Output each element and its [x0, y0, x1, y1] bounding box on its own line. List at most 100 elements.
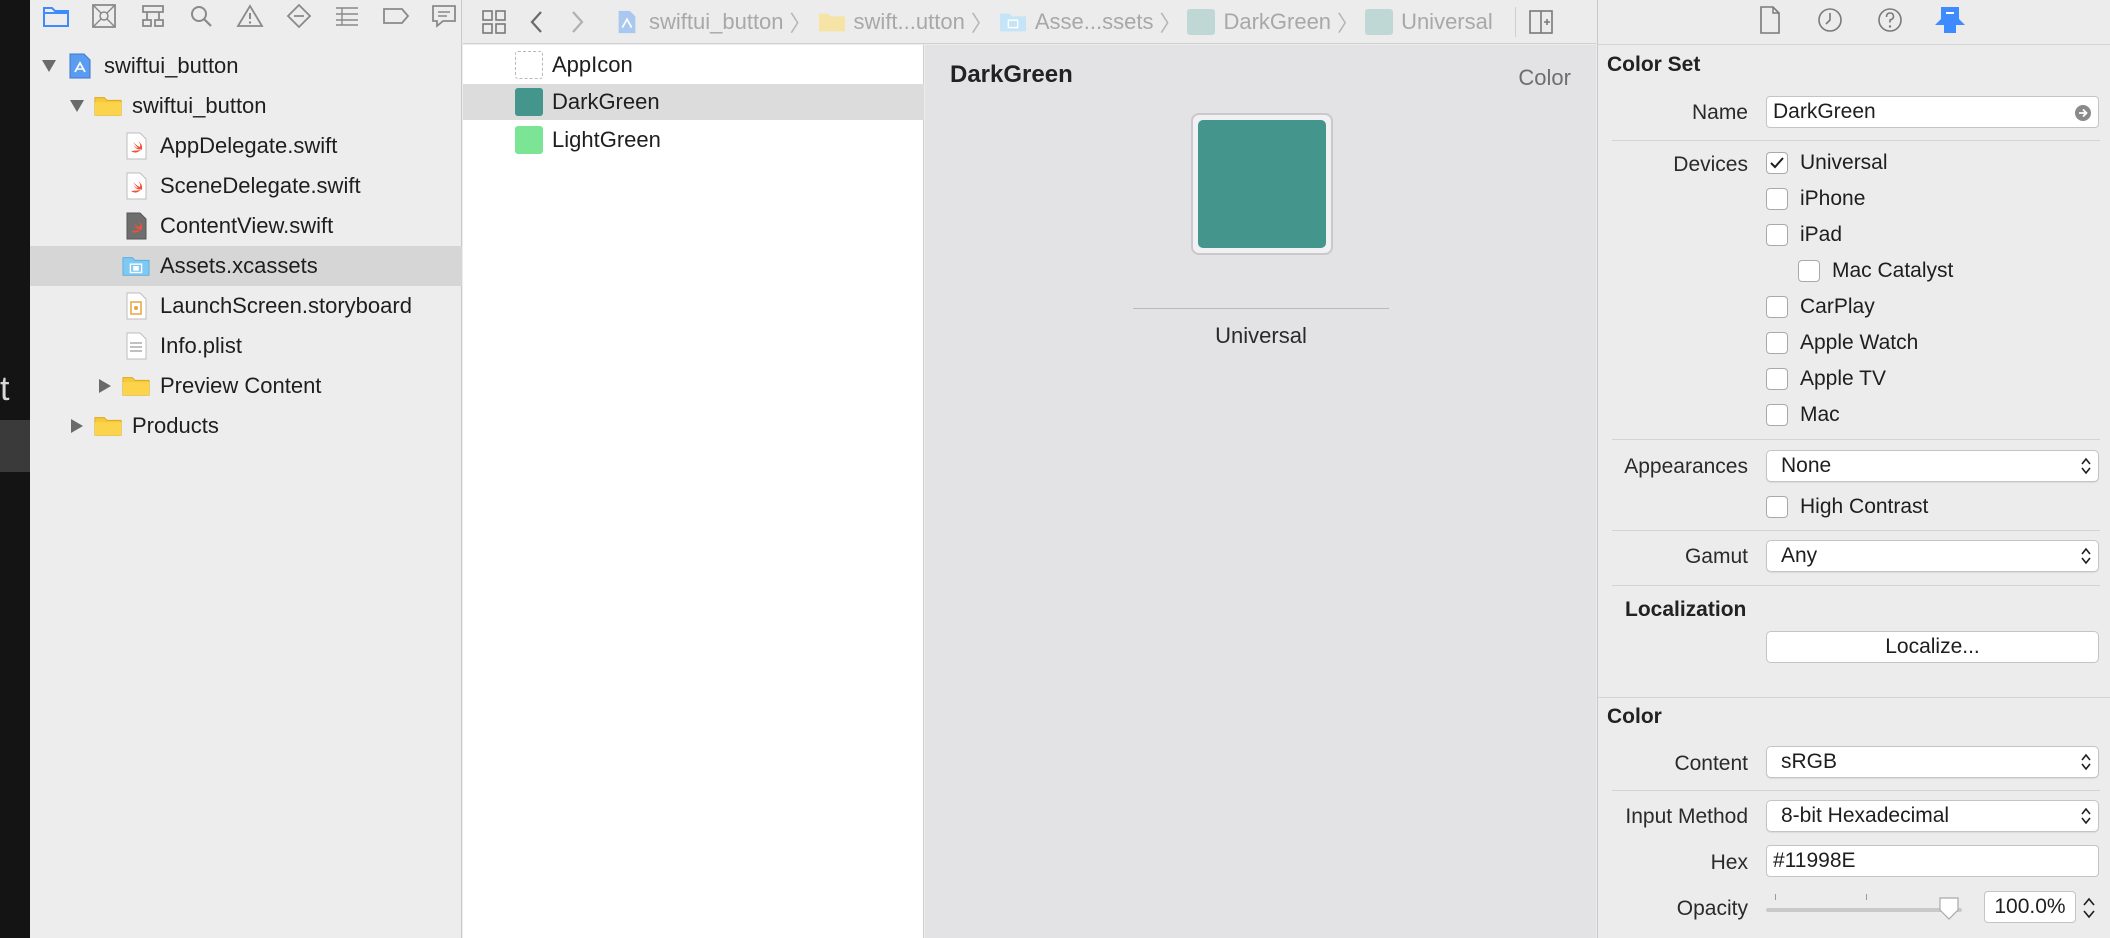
disclosure-expanded-icon[interactable]: [66, 95, 88, 117]
device-apple-watch-checkbox[interactable]: Apple Watch: [1766, 331, 1918, 355]
opacity-field[interactable]: 100.0%: [1984, 891, 2076, 923]
checkbox-unchecked[interactable]: [1766, 188, 1788, 210]
breadcrumb-separator: 〉: [789, 10, 812, 36]
source-control-navigator-tab[interactable]: [87, 0, 123, 32]
find-navigator-tab[interactable]: [184, 0, 220, 32]
checkbox-label: Apple TV: [1800, 367, 1886, 390]
tree-item-file[interactable]: SceneDelegate.swift: [30, 166, 462, 206]
tree-item-asset-catalog[interactable]: Assets.xcassets: [30, 246, 462, 286]
tree-item-file[interactable]: AppDelegate.swift: [30, 126, 462, 166]
device-mac-catalyst-checkbox[interactable]: Mac Catalyst: [1798, 259, 1953, 283]
localization-heading: Localization: [1625, 598, 1747, 621]
tree-item-label: LaunchScreen.storyboard: [160, 293, 412, 318]
asset-item-lightgreen[interactable]: LightGreen: [463, 122, 924, 158]
asset-item-appicon[interactable]: AppIcon: [463, 47, 924, 83]
device-universal-checkbox[interactable]: Universal: [1766, 151, 1888, 175]
opacity-slider[interactable]: [1766, 892, 1962, 924]
opacity-stepper[interactable]: [2080, 893, 2098, 923]
color-swatch-icon: [1365, 8, 1394, 35]
color-set-editor: DarkGreen Color Universal: [925, 45, 1596, 938]
editor-jump-bar: swiftui_button 〉 swift...utton 〉 Asse...…: [463, 0, 1596, 44]
tree-item-group-folder[interactable]: swiftui_button: [30, 86, 462, 126]
color-swatch-icon: [515, 126, 543, 154]
breadcrumb-project[interactable]: swiftui_button: [613, 9, 784, 35]
tree-item-label: Products: [132, 413, 219, 438]
tree-item-group-folder[interactable]: Products: [30, 406, 462, 446]
breadcrumb-label: Asse...ssets: [1034, 8, 1154, 34]
hex-field[interactable]: #11998E: [1766, 845, 2099, 877]
slider-thumb[interactable]: [1938, 896, 1960, 920]
device-iphone-checkbox[interactable]: iPhone: [1766, 187, 1865, 211]
add-editor-button[interactable]: [1520, 6, 1562, 38]
history-inspector-tab[interactable]: [1813, 3, 1847, 37]
section-divider: [1612, 790, 2100, 791]
content-popup[interactable]: sRGB: [1766, 746, 2099, 778]
symbol-navigator-tab[interactable]: [135, 0, 171, 32]
tree-item-group-folder[interactable]: Preview Content: [30, 366, 462, 406]
checkbox-unchecked[interactable]: [1798, 260, 1820, 282]
disclosure-collapsed-icon[interactable]: [94, 375, 116, 397]
project-icon: [66, 52, 94, 80]
breadcrumb-asset-catalog[interactable]: Asse...ssets: [999, 8, 1154, 35]
stepper-icon: [2083, 897, 2095, 919]
device-ipad-checkbox[interactable]: iPad: [1766, 223, 1842, 247]
folder-icon: [42, 7, 69, 27]
debug-navigator-tab[interactable]: [329, 0, 365, 32]
tree-item-label: Info.plist: [160, 333, 242, 358]
breadcrumb-color-set[interactable]: DarkGreen: [1187, 8, 1331, 35]
checkbox-unchecked[interactable]: [1766, 224, 1788, 246]
tree-item-file[interactable]: Info.plist: [30, 326, 462, 366]
breadcrumb-appearance[interactable]: Universal: [1365, 8, 1493, 35]
disclosure-expanded-icon[interactable]: [38, 55, 60, 77]
checkbox-unchecked[interactable]: [1766, 368, 1788, 390]
localize-button[interactable]: Localize...: [1766, 631, 2099, 663]
checkbox-unchecked[interactable]: [1766, 332, 1788, 354]
navigator-toolbar: [30, 0, 462, 32]
section-divider: [1612, 140, 2100, 141]
device-apple-tv-checkbox[interactable]: Apple TV: [1766, 367, 1886, 391]
checkbox-checked[interactable]: [1766, 152, 1788, 174]
breadcrumb-separator: 〉: [1337, 10, 1360, 36]
back-button[interactable]: [515, 6, 557, 38]
appearances-popup[interactable]: None: [1766, 450, 2099, 482]
checkbox-label: Mac Catalyst: [1832, 259, 1954, 282]
checkbox-unchecked[interactable]: [1766, 496, 1788, 518]
breadcrumb-group[interactable]: swift...utton: [818, 9, 965, 35]
tree-item-file[interactable]: ContentView.swift: [30, 206, 462, 246]
attributes-inspector-tab[interactable]: [1933, 3, 1967, 37]
warning-icon: [236, 4, 264, 27]
issue-navigator-tab[interactable]: [232, 0, 268, 32]
hierarchy-icon: [142, 5, 164, 27]
high-contrast-checkbox[interactable]: High Contrast: [1766, 495, 1928, 519]
report-navigator-tab[interactable]: [427, 0, 463, 32]
breadcrumb-separator: 〉: [970, 10, 993, 36]
quick-help-inspector-tab[interactable]: [1873, 3, 1907, 37]
breakpoint-navigator-tab[interactable]: [378, 0, 414, 32]
message-icon: [432, 5, 457, 28]
color-well-universal[interactable]: [1191, 113, 1333, 255]
inspector-tabs: [1598, 0, 2110, 40]
input-method-popup[interactable]: 8-bit Hexadecimal: [1766, 800, 2099, 832]
name-label: Name: [1691, 101, 1748, 124]
test-navigator-tab[interactable]: [281, 0, 317, 32]
device-mac-checkbox[interactable]: Mac: [1766, 403, 1840, 427]
tree-item-project[interactable]: swiftui_button: [30, 46, 462, 86]
name-field[interactable]: DarkGreen: [1766, 96, 2099, 128]
device-carplay-checkbox[interactable]: CarPlay: [1766, 295, 1875, 319]
related-items-button[interactable]: [473, 6, 515, 38]
slider-track: [1766, 908, 1962, 912]
file-inspector-tab[interactable]: [1753, 3, 1787, 37]
disclosure-collapsed-icon[interactable]: [66, 415, 88, 437]
gamut-popup[interactable]: Any: [1766, 540, 2099, 572]
tree-item-file[interactable]: LaunchScreen.storyboard: [30, 286, 462, 326]
plist-icon: [122, 332, 150, 360]
arrow-right-circle-icon[interactable]: [2074, 104, 2092, 122]
checkbox-unchecked[interactable]: [1766, 404, 1788, 426]
name-value: DarkGreen: [1773, 100, 1876, 123]
checkbox-unchecked[interactable]: [1766, 296, 1788, 318]
project-navigator-tab[interactable]: [38, 0, 74, 32]
chevron-left-icon: [530, 10, 542, 33]
forward-button[interactable]: [557, 6, 599, 38]
asset-item-darkgreen[interactable]: DarkGreen: [463, 84, 924, 120]
breadcrumb-label: swiftui_button: [649, 8, 784, 34]
